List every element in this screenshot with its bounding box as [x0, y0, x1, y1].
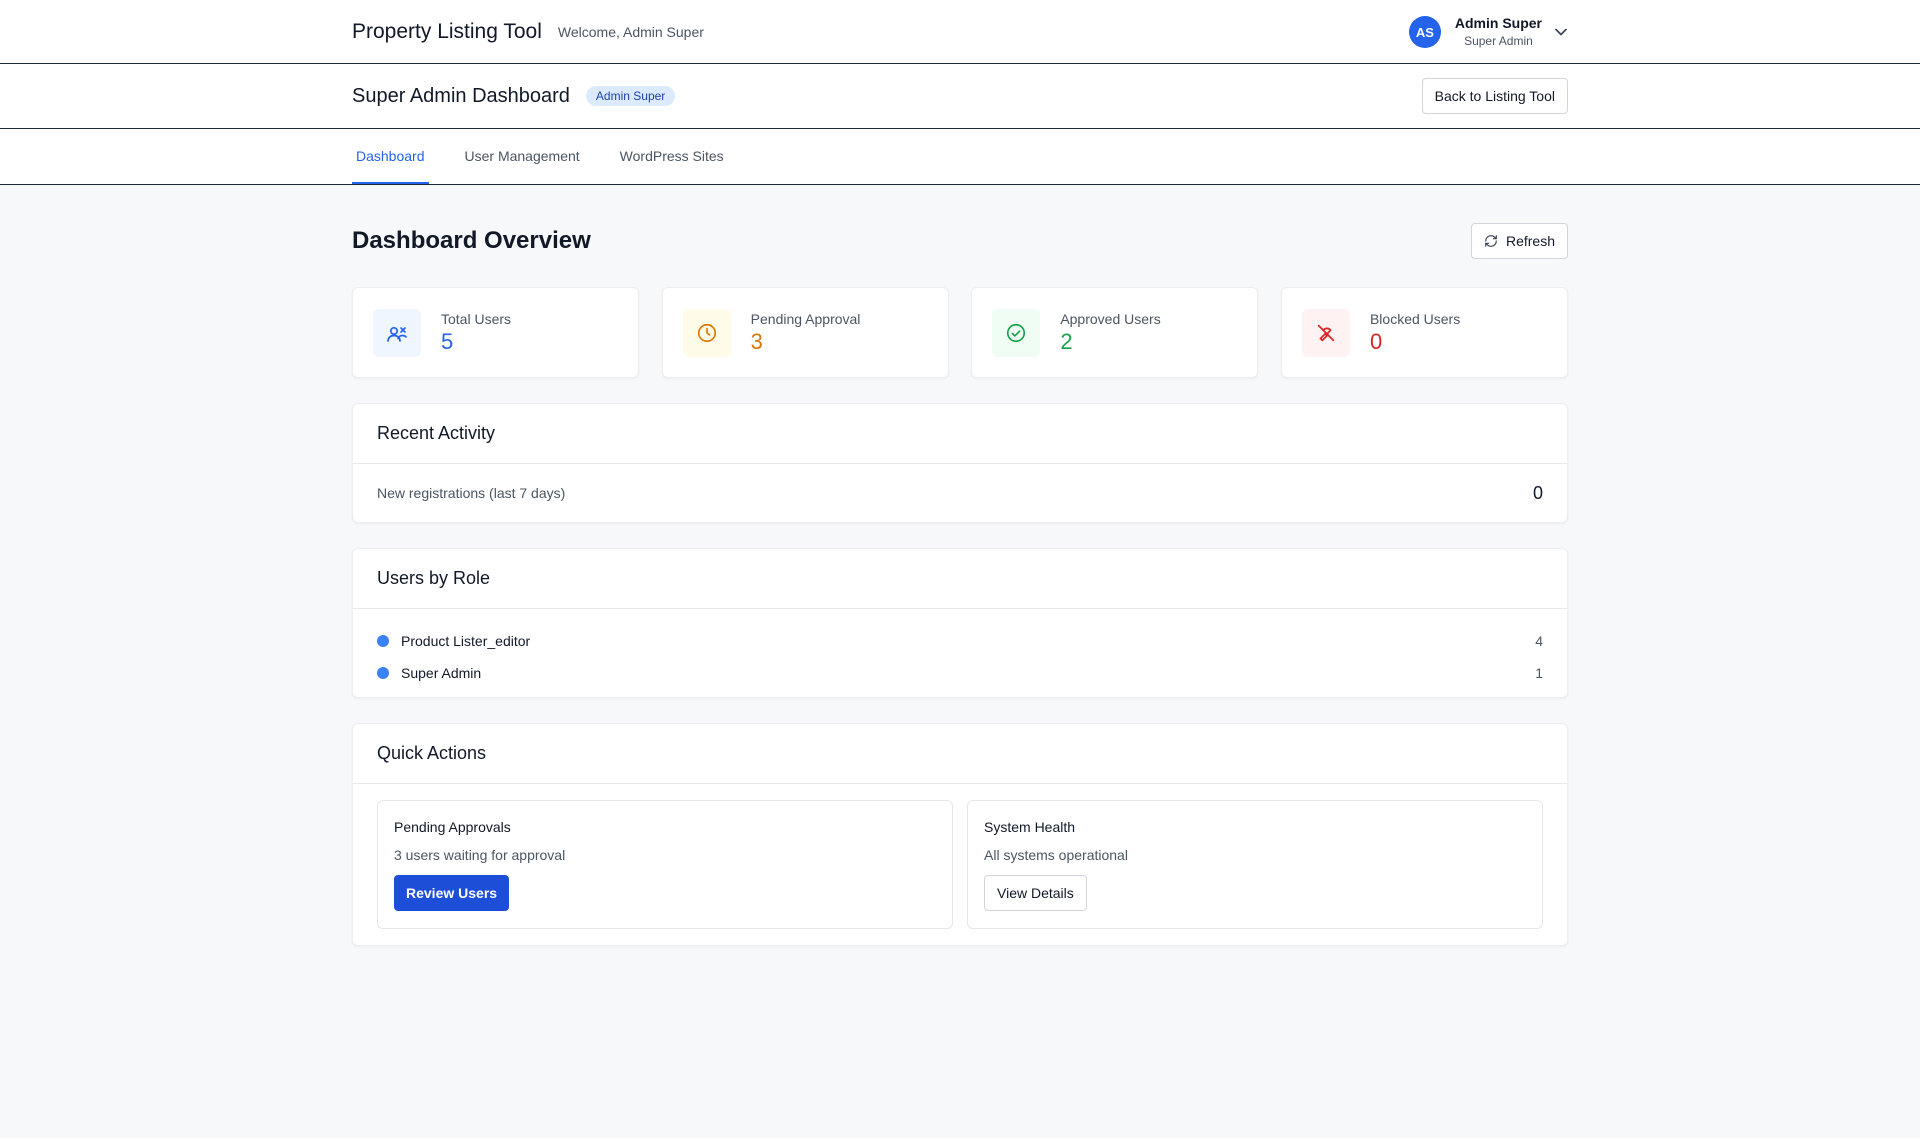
- stats-row: Total Users 5 Pending Approval 3 Approve…: [352, 287, 1568, 378]
- stat-card-pending-approval: Pending Approval 3: [661, 287, 949, 378]
- stat-card-approved-users: Approved Users 2: [971, 287, 1259, 378]
- action-title: Pending Approvals: [394, 819, 511, 835]
- refresh-icon: [1485, 235, 1497, 247]
- tab-wordpress-sites[interactable]: WordPress Sites: [616, 129, 728, 184]
- user-info[interactable]: Admin Super Super Admin: [1455, 14, 1542, 50]
- action-title: System Health: [984, 819, 1076, 835]
- clock-icon: [682, 308, 731, 357]
- role-dot-icon: [377, 635, 389, 647]
- overview-title: Dashboard Overview: [352, 227, 591, 254]
- role-count: 1: [1535, 665, 1543, 681]
- action-description: All systems operational: [984, 847, 1128, 863]
- stat-label: Total Users: [441, 310, 512, 327]
- page-title: Super Admin Dashboard: [352, 84, 570, 107]
- role-dot-icon: [377, 667, 389, 679]
- action-description: 3 users waiting for approval: [394, 847, 566, 863]
- list-item: Super Admin 1: [377, 657, 1543, 689]
- quick-actions-panel: Quick Actions Pending Approvals 3 users …: [352, 723, 1568, 946]
- users-icon: [373, 308, 421, 357]
- role-count: 4: [1535, 633, 1543, 649]
- panel-title: Users by Role: [353, 549, 1567, 609]
- stat-value: 2: [1060, 328, 1073, 354]
- welcome-text: Welcome, Admin Super: [557, 24, 704, 40]
- stat-card-total-users: Total Users 5: [352, 287, 639, 378]
- activity-label: New registrations (last 7 days): [377, 485, 566, 501]
- avatar[interactable]: AS: [1408, 16, 1441, 48]
- app-title: Property Listing Tool: [352, 20, 542, 43]
- panel-title: Quick Actions: [353, 724, 1567, 784]
- top-header: Property Listing Tool Welcome, Admin Sup…: [0, 0, 1920, 64]
- chevron-down-icon[interactable]: [1554, 25, 1568, 39]
- role-badge: Admin Super: [585, 86, 676, 106]
- stat-value: 3: [750, 328, 763, 354]
- role-name: Product Lister_editor: [401, 633, 531, 649]
- stat-label: Approved Users: [1060, 310, 1161, 327]
- view-details-button[interactable]: View Details: [984, 875, 1087, 911]
- user-role: Super Admin: [1464, 34, 1533, 48]
- stat-value: 0: [1369, 328, 1383, 354]
- recent-activity-panel: Recent Activity New registrations (last …: [352, 403, 1568, 523]
- activity-row: New registrations (last 7 days) 0: [353, 464, 1567, 522]
- user-name: Admin Super: [1454, 15, 1542, 31]
- review-users-button[interactable]: Review Users: [394, 875, 510, 911]
- tab-user-management[interactable]: User Management: [461, 129, 584, 184]
- system-health-card: System Health All systems operational Vi…: [967, 800, 1543, 929]
- tab-dashboard[interactable]: Dashboard: [352, 129, 429, 184]
- panel-title: Recent Activity: [353, 404, 1567, 464]
- sub-header: Super Admin Dashboard Admin Super Back t…: [0, 64, 1920, 129]
- brand: Property Listing Tool Welcome, Admin Sup…: [352, 20, 704, 44]
- back-to-listing-button[interactable]: Back to Listing Tool: [1421, 78, 1568, 114]
- list-item: Product Lister_editor 4: [377, 625, 1543, 657]
- stat-label: Blocked Users: [1369, 310, 1461, 327]
- refresh-label: Refresh: [1505, 233, 1555, 249]
- activity-value: 0: [1532, 482, 1543, 503]
- user-menu[interactable]: AS Admin Super Super Admin: [1408, 14, 1568, 50]
- tab-bar: Dashboard User Management WordPress Site…: [0, 129, 1920, 185]
- users-by-role-panel: Users by Role Product Lister_editor 4 Su…: [352, 548, 1568, 698]
- pending-approvals-card: Pending Approvals 3 users waiting for ap…: [377, 800, 953, 929]
- refresh-button[interactable]: Refresh: [1470, 223, 1568, 259]
- stat-card-blocked-users: Blocked Users 0: [1280, 287, 1568, 378]
- role-name: Super Admin: [401, 665, 482, 681]
- check-circle-icon: [992, 308, 1041, 357]
- stat-value: 5: [441, 328, 454, 354]
- stat-label: Pending Approval: [750, 310, 861, 327]
- blocked-icon: [1301, 308, 1350, 357]
- main-content: Dashboard Overview Refresh Total Users 5: [0, 185, 1920, 946]
